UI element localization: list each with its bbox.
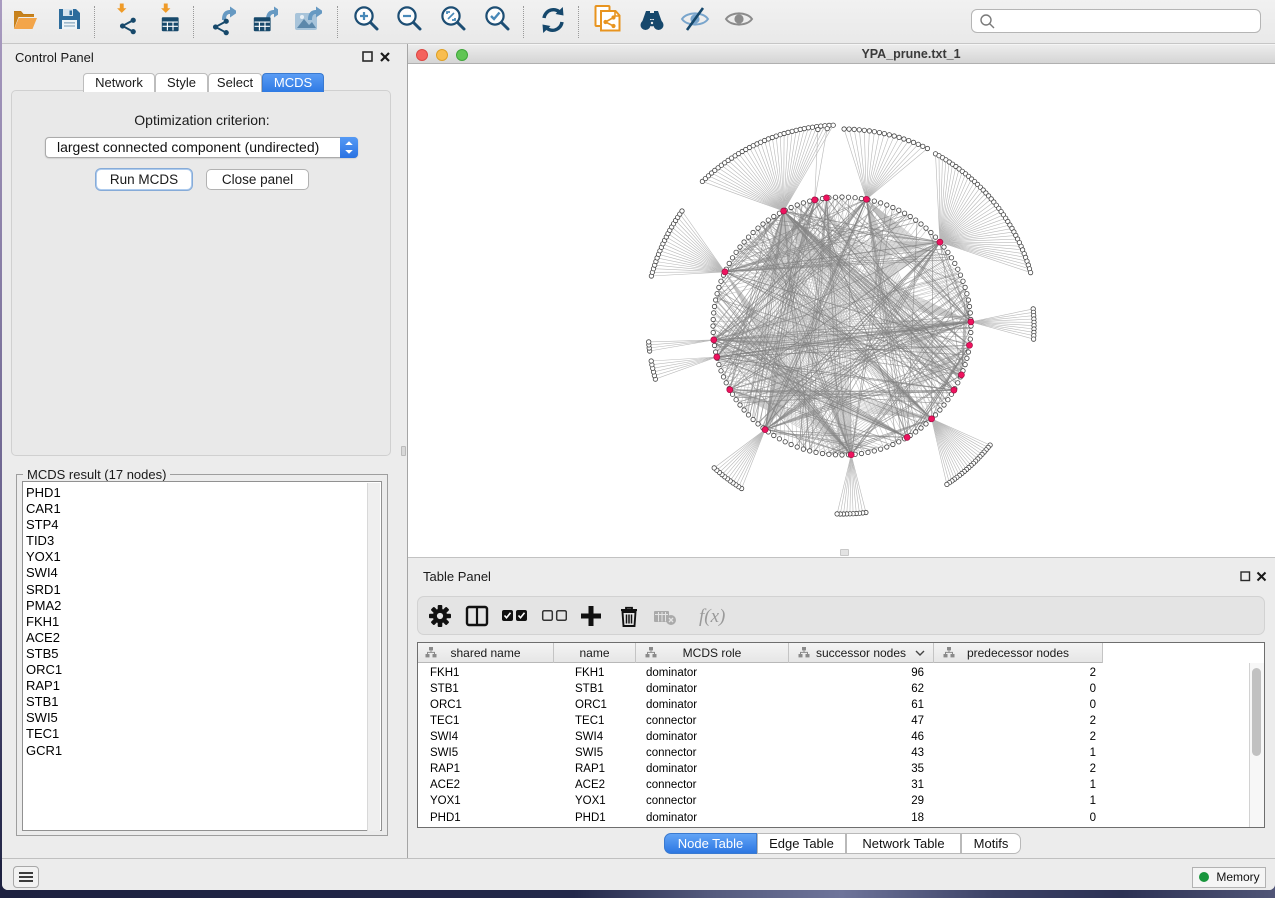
svg-text:f(x): f(x) [699,606,725,627]
